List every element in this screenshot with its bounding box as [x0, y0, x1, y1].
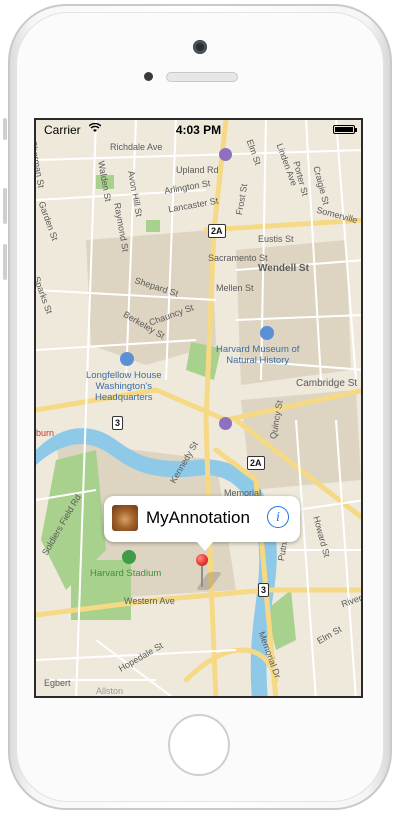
poi-harvard-stadium[interactable]: Harvard Stadium [90, 568, 161, 579]
poi-label-cut: burn [36, 428, 55, 438]
street-label: Egbert [44, 678, 71, 688]
street-label: Sacramento St [208, 253, 268, 263]
transit-icon[interactable] [219, 148, 232, 161]
museum-icon[interactable] [120, 352, 134, 366]
proximity-sensor [144, 72, 153, 81]
street-label: Mellen St [216, 283, 254, 293]
status-bar: Carrier 4:03 PM [36, 120, 361, 138]
poi-longfellow-house[interactable]: Longfellow House Washington's Headquarte… [86, 370, 162, 403]
street-label: Upland Rd [176, 165, 219, 175]
monkey-avatar-icon [112, 505, 138, 531]
route-2a-shield: 2A [247, 456, 265, 470]
callout-title: MyAnnotation [146, 508, 250, 527]
info-button[interactable]: i [267, 506, 289, 528]
street-label: Richdale Ave [110, 142, 163, 152]
route-3-shield: 3 [258, 583, 270, 597]
poi-label: Natural History [226, 355, 290, 366]
museum-icon[interactable] [260, 326, 274, 340]
poi-label: Longfellow House [86, 370, 162, 381]
volume-up-button [3, 188, 7, 224]
map-pin-icon[interactable] [196, 554, 208, 566]
poi-label: Harvard Museum of [216, 344, 300, 355]
mute-switch [3, 118, 7, 140]
street-label: Allston [96, 686, 124, 696]
status-time: 4:03 PM [175, 123, 222, 137]
front-camera [193, 40, 207, 54]
home-button[interactable] [168, 714, 230, 776]
earpiece-speaker [166, 72, 238, 82]
street-label: Western Ave [124, 596, 175, 606]
poi-label: Washington's [95, 381, 152, 392]
route-3-shield: 3 [112, 416, 124, 430]
street-label: Cambridge St [296, 378, 358, 389]
street-label: Wendell St [258, 263, 309, 274]
screen: Carrier 4:03 PM Sherman St Richdale Ave … [34, 118, 363, 698]
battery-icon [333, 125, 357, 134]
transit-icon[interactable] [219, 417, 232, 430]
pin-stick [201, 565, 203, 587]
route-2a-shield: 2A [208, 224, 226, 238]
stadium-icon[interactable] [122, 550, 136, 564]
annotation-callout[interactable]: MyAnnotation i [104, 496, 300, 551]
poi-harvard-museum[interactable]: Harvard Museum of Natural History [216, 344, 299, 366]
street-label: Eustis St [258, 234, 294, 244]
poi-label: Headquarters [94, 392, 153, 403]
volume-down-button [3, 244, 7, 280]
